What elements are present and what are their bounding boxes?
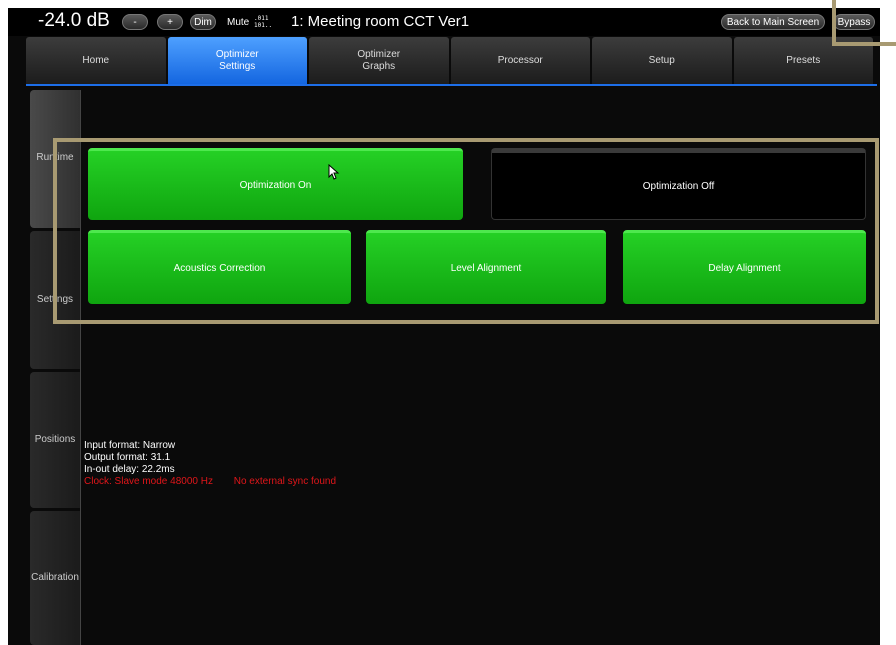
sync-status-text: No external sync found [233,476,337,487]
mute-button[interactable]: Mute [227,17,249,28]
tab-home[interactable]: Home [26,37,166,84]
dim-button[interactable]: Dim [190,14,216,30]
clock-mode-text: Clock: Slave mode 48000 Hz [84,476,213,487]
clock-status-text: Clock: Slave mode 48000 Hz No external s… [84,476,336,488]
tab-processor[interactable]: Processor [450,37,590,84]
delay-text: In-out delay: 22.2ms [84,464,175,475]
sidebar-item-label: Positions [34,434,76,445]
sidebar-item-positions[interactable]: Positions [30,372,80,508]
tab-optimizer-graphs[interactable]: Optimizer Graphs [309,37,449,84]
volume-level: -24.0 dB [38,10,110,31]
tab-setup[interactable]: Setup [592,37,732,84]
tab-underline [26,84,877,86]
preset-title: 1: Meeting room CCT Ver1 [291,13,470,30]
sidebar-item-label: Calibration [31,572,79,583]
sidebar-item-calibration[interactable]: Calibration [30,511,80,645]
bitstream-top: .011 [254,15,269,22]
bitstream-bottom: 101.. [254,22,273,29]
tab-bar: Home Optimizer Settings Optimizer Graphs… [26,37,875,84]
highlight-corner-marker [832,0,896,46]
tab-optimizer-settings-label: Optimizer Settings [215,48,259,72]
status-panel: Input format: Narrow Output format: 31.1… [84,440,336,488]
tab-optimizer-graphs-label: Optimizer Graphs [357,48,401,72]
bitstream-icon: .011 101.. [254,15,272,29]
volume-down-button[interactable]: - [122,14,148,30]
volume-up-button[interactable]: + [157,14,183,30]
input-format-text: Input format: Narrow [84,440,176,451]
back-to-main-button[interactable]: Back to Main Screen [721,14,825,30]
app-window: -24.0 dB - + Dim Mute .011 101.. 1: Meet… [8,8,880,645]
highlight-box [53,138,879,324]
output-format-text: Output format: 31.1 [84,452,171,463]
top-bar: -24.0 dB - + Dim Mute .011 101.. 1: Meet… [8,8,880,36]
tab-optimizer-settings[interactable]: Optimizer Settings [167,37,307,84]
